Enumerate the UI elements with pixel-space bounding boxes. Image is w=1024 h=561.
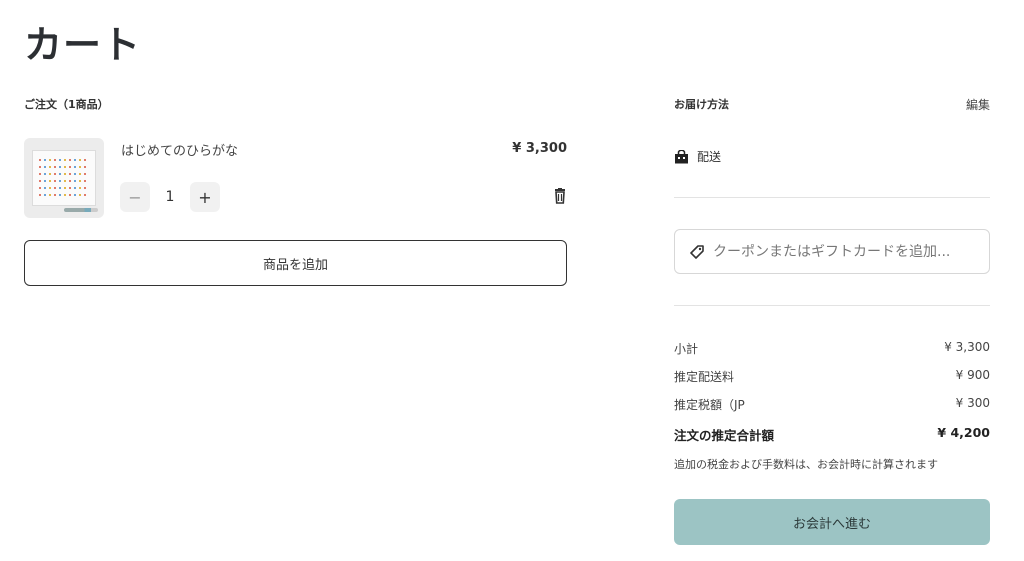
coupon-field[interactable]: [674, 229, 990, 274]
edit-delivery-link[interactable]: 編集: [966, 96, 990, 113]
total-value: ¥ 4,200: [937, 425, 990, 440]
trash-icon[interactable]: [553, 188, 567, 204]
quantity-value[interactable]: 1: [150, 189, 190, 205]
tag-icon: [690, 244, 704, 259]
tax-label: 推定税額（JP: [674, 398, 745, 412]
poster-image: [32, 150, 96, 206]
quantity-stepper: − 1 +: [120, 182, 220, 212]
cart-page: カート ご注文（1商品） はじめてのひらがな ¥ 3,300 − 1 + 商品を…: [0, 0, 1024, 561]
checkout-button[interactable]: お会計へ進む: [674, 499, 990, 545]
divider: [674, 305, 990, 306]
shipping-label: 推定配送料: [674, 370, 735, 384]
shipping-value: ¥ 900: [955, 368, 990, 382]
item-title[interactable]: はじめてのひらがな: [121, 140, 238, 159]
total-row: 注文の推定合計額 ¥ 4,200: [674, 425, 990, 444]
delivery-method-label: 配送: [697, 150, 722, 164]
item-price: ¥ 3,300: [512, 141, 567, 156]
tax-note: 追加の税金および手数料は、お会計時に計算されます: [674, 458, 938, 471]
divider: [674, 197, 990, 198]
subtotal-label: 小計: [674, 342, 699, 356]
shipping-row: 推定配送料 ¥ 900: [674, 368, 990, 385]
subtotal-value: ¥ 3,300: [944, 340, 990, 354]
coupon-input[interactable]: [713, 243, 973, 260]
line-item: はじめてのひらがな ¥ 3,300 − 1 +: [24, 136, 567, 220]
total-label: 注文の推定合計額: [674, 428, 775, 443]
tax-value: ¥ 300: [955, 396, 990, 410]
decrease-quantity-button[interactable]: −: [120, 182, 150, 212]
page-title: カート: [24, 23, 142, 67]
add-product-button[interactable]: 商品を追加: [24, 240, 567, 286]
subtotal-row: 小計 ¥ 3,300: [674, 340, 990, 357]
tax-row: 推定税額（JP ¥ 300: [674, 396, 990, 413]
order-heading: ご注文（1商品）: [24, 98, 109, 111]
thumbnail-decoration: [64, 208, 98, 212]
increase-quantity-button[interactable]: +: [190, 182, 220, 212]
delivery-heading: お届け方法: [674, 98, 729, 111]
shop-bag-icon: [675, 149, 688, 163]
delivery-method: 配送: [674, 148, 721, 165]
product-thumbnail[interactable]: [24, 138, 104, 218]
